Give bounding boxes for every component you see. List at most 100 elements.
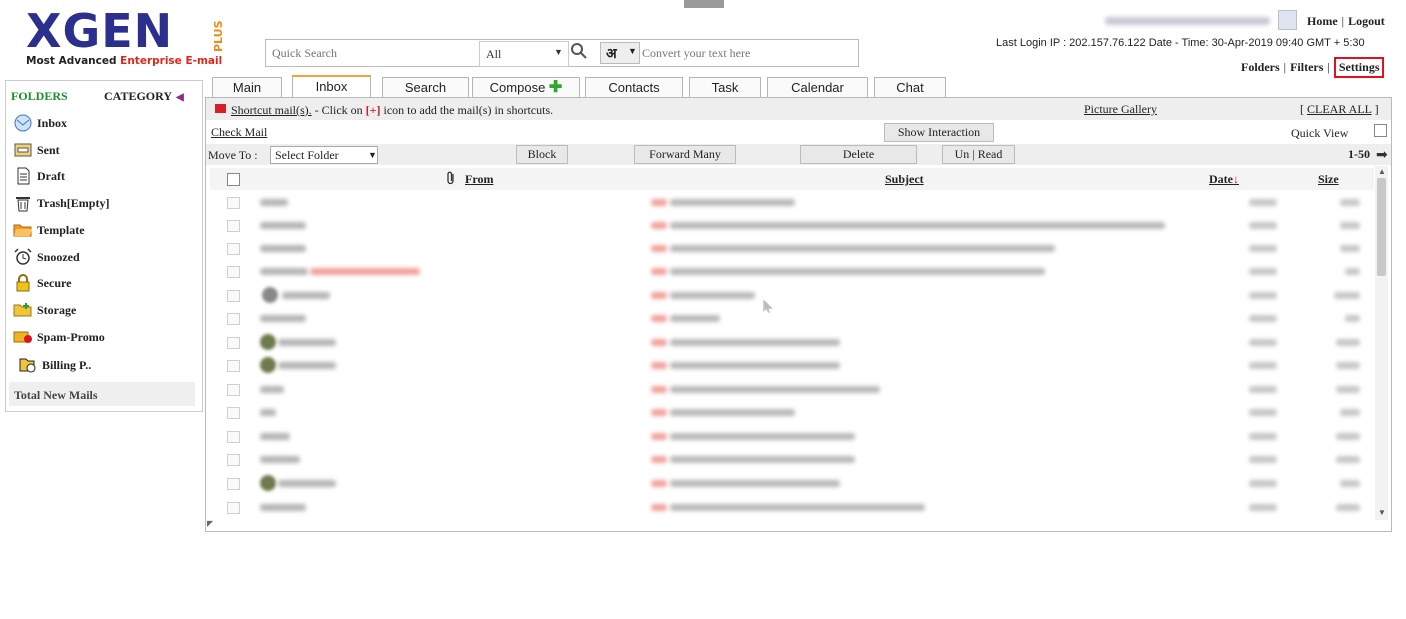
resize-handle-icon[interactable]: ◤: [207, 519, 213, 528]
row-checkbox[interactable]: [227, 220, 240, 232]
sidebar-item-billing[interactable]: Billing P..: [18, 356, 91, 374]
table-row[interactable]: [210, 284, 1374, 307]
table-row[interactable]: [210, 472, 1374, 495]
tab-compose[interactable]: Compose ✚: [472, 77, 580, 98]
row-checkbox[interactable]: [227, 313, 240, 325]
avatar: [260, 357, 276, 373]
table-row[interactable]: [210, 354, 1374, 377]
scroll-up-icon[interactable]: ▲: [1378, 167, 1386, 176]
hindi-input-toggle[interactable]: अ ▼: [600, 42, 640, 64]
table-row[interactable]: [210, 191, 1374, 214]
tab-search[interactable]: Search: [382, 77, 469, 98]
table-row[interactable]: [210, 496, 1374, 519]
subject-redacted: [651, 456, 667, 463]
tab-chat[interactable]: Chat: [874, 77, 946, 98]
table-row[interactable]: [210, 260, 1374, 283]
row-checkbox[interactable]: [227, 478, 240, 490]
tab-main[interactable]: Main: [212, 77, 282, 98]
tab-contacts[interactable]: Contacts: [585, 77, 683, 98]
sidebar-item-trash[interactable]: Trash[Empty]: [13, 194, 109, 212]
hindi-char: अ: [606, 47, 617, 62]
column-date[interactable]: Date↓: [1209, 172, 1239, 187]
tab-inbox[interactable]: Inbox: [292, 75, 371, 99]
row-checkbox[interactable]: [227, 243, 240, 255]
column-subject[interactable]: Subject: [885, 172, 924, 187]
home-link[interactable]: Home: [1307, 14, 1338, 28]
row-checkbox[interactable]: [227, 197, 240, 209]
row-checkbox[interactable]: [227, 360, 240, 372]
block-button[interactable]: Block: [516, 145, 568, 164]
sidebar-item-secure[interactable]: Secure: [13, 274, 71, 292]
avatar[interactable]: [1278, 10, 1297, 30]
date-redacted: [1249, 245, 1277, 252]
unread-button[interactable]: Un | Read: [942, 145, 1015, 164]
convert-text-input[interactable]: Convert your text here: [642, 46, 750, 61]
inbox-panel: Shortcut mail(s). - Click on [+] icon to…: [205, 97, 1392, 532]
scroll-down-icon[interactable]: ▼: [1378, 508, 1386, 517]
row-checkbox[interactable]: [227, 290, 240, 302]
dropdown-arrow-icon: ▼: [628, 46, 637, 56]
table-row[interactable]: [210, 448, 1374, 471]
subject-redacted: [651, 292, 667, 299]
forward-many-button[interactable]: Forward Many: [634, 145, 736, 164]
tab-task[interactable]: Task: [689, 77, 761, 98]
clear-all-link[interactable]: [ CLEAR ALL ]: [1300, 102, 1379, 117]
filters-link[interactable]: Filters: [1290, 60, 1323, 74]
folders-link[interactable]: Folders: [1241, 60, 1280, 74]
table-row[interactable]: [210, 425, 1374, 448]
sort-desc-icon: ↓: [1233, 172, 1239, 186]
category-heading[interactable]: CATEGORY ◀: [104, 89, 184, 104]
table-row[interactable]: [210, 378, 1374, 401]
next-page-icon[interactable]: ➡: [1376, 147, 1388, 164]
tab-calendar[interactable]: Calendar: [767, 77, 868, 98]
size-redacted: [1340, 222, 1360, 229]
sender-redacted: [278, 339, 336, 346]
user-email-redacted: [1105, 17, 1270, 25]
search-filter-select[interactable]: All ▼: [479, 41, 569, 67]
row-checkbox[interactable]: [227, 407, 240, 419]
table-row[interactable]: [210, 331, 1374, 354]
column-size[interactable]: Size: [1318, 172, 1339, 187]
check-mail-link[interactable]: Check Mail: [211, 125, 267, 140]
sidebar-item-label: Sent: [37, 142, 60, 157]
select-all-checkbox[interactable]: [227, 173, 240, 186]
sidebar-item-draft[interactable]: Draft: [13, 167, 65, 185]
picture-gallery-link[interactable]: Picture Gallery: [1084, 102, 1157, 117]
shortcut-mails-link[interactable]: Shortcut mail(s).: [231, 103, 312, 117]
settings-link[interactable]: Settings: [1333, 57, 1385, 78]
select-folder-dropdown[interactable]: Select Folder ▼: [270, 146, 378, 164]
row-checkbox[interactable]: [227, 384, 240, 396]
sidebar-item-inbox[interactable]: Inbox: [13, 114, 67, 132]
sidebar-item-sent[interactable]: Sent: [13, 141, 60, 159]
size-redacted: [1340, 245, 1360, 252]
row-checkbox[interactable]: [227, 266, 240, 278]
table-row[interactable]: [210, 307, 1374, 330]
row-checkbox[interactable]: [227, 502, 240, 514]
move-to-label: Move To :: [208, 148, 258, 162]
date-redacted: [1249, 433, 1277, 440]
avatar: [260, 475, 276, 491]
scrollbar-thumb[interactable]: [1377, 178, 1386, 276]
folders-heading[interactable]: FOLDERS: [11, 89, 68, 104]
row-checkbox[interactable]: [227, 337, 240, 349]
date-redacted: [1249, 292, 1277, 299]
row-checkbox[interactable]: [227, 454, 240, 466]
row-checkbox[interactable]: [227, 431, 240, 443]
sidebar-item-storage[interactable]: Storage: [13, 301, 76, 319]
sidebar-item-template[interactable]: Template: [13, 221, 85, 239]
collapse-left-icon[interactable]: ◀: [176, 92, 184, 103]
table-row[interactable]: [210, 214, 1374, 237]
logout-link[interactable]: Logout: [1348, 14, 1385, 28]
table-row[interactable]: [210, 401, 1374, 424]
logo-brand: XGEN: [26, 4, 174, 58]
column-from[interactable]: From: [465, 172, 493, 187]
delete-button[interactable]: Delete: [800, 145, 917, 164]
table-row[interactable]: [210, 237, 1374, 260]
quick-search-input[interactable]: [270, 45, 474, 62]
size-redacted: [1336, 362, 1360, 369]
sidebar-item-spam-promo[interactable]: Spam-Promo: [13, 328, 105, 346]
show-interaction-button[interactable]: Show Interaction: [884, 123, 994, 142]
search-icon[interactable]: [570, 42, 588, 65]
sidebar-item-snoozed[interactable]: Snoozed: [13, 248, 80, 266]
quick-view-checkbox[interactable]: [1374, 124, 1387, 137]
